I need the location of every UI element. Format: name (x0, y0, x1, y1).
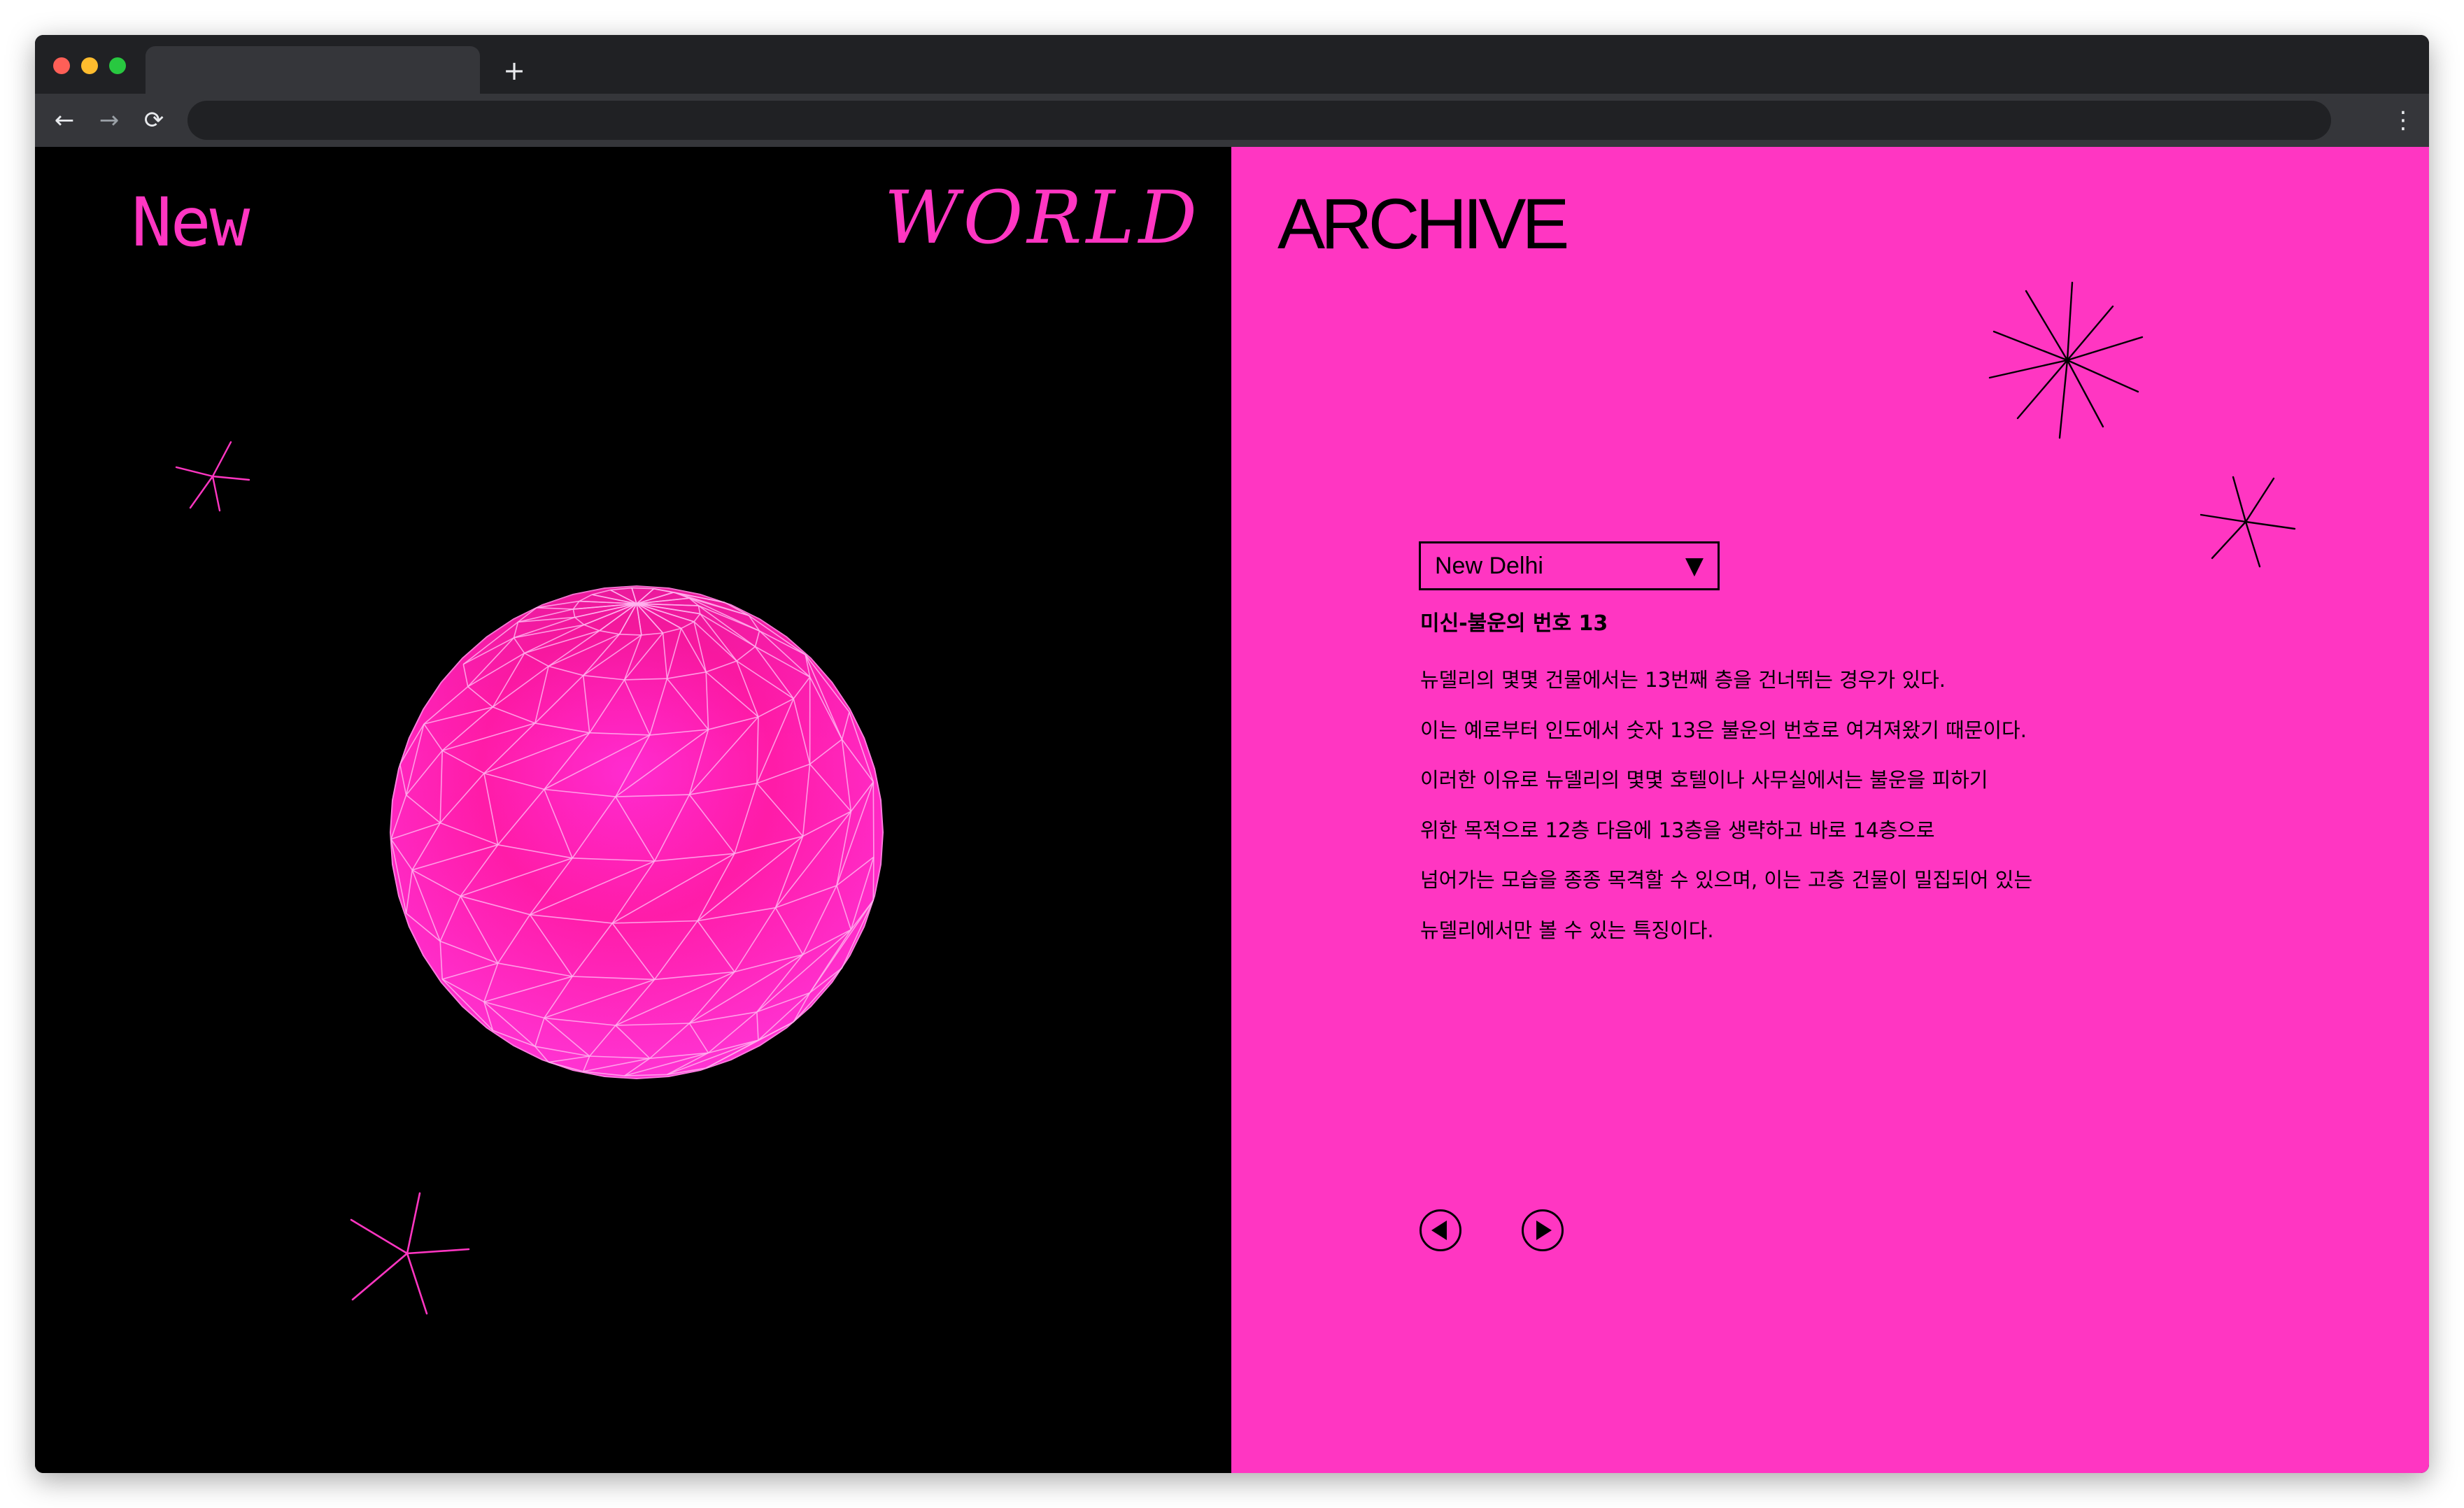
globe-mesh-edge (619, 634, 642, 636)
address-bar[interactable] (187, 101, 2331, 140)
minimize-window-icon[interactable] (81, 57, 98, 74)
previous-button[interactable] (1419, 1209, 1462, 1252)
brand-word-world: WORLD (884, 175, 1201, 260)
play-left-icon (1431, 1221, 1447, 1240)
browser-window: + ← → ⟳ ⋮ New WORLD ARCHIVE New Delhi ▼ … (35, 35, 2429, 1473)
article-line: 이러한 이유로 뉴델리의 몇몇 호텔이나 사무실에서는 불운을 피하기 (1420, 768, 1988, 792)
city-select-dropdown[interactable]: New Delhi ▼ (1419, 541, 1720, 590)
back-arrow-icon[interactable]: ← (48, 104, 81, 137)
article-line: 이는 예로부터 인도에서 숫자 13은 불운의 번호로 여겨져왔기 때문이다. (1420, 718, 2027, 742)
brand-word-archive: ARCHIVE (1277, 184, 1569, 264)
forward-arrow-icon[interactable]: → (92, 104, 126, 137)
play-right-icon (1536, 1221, 1552, 1240)
sparkle-icon (1988, 281, 2144, 439)
left-panel: New WORLD (35, 147, 1231, 1473)
article-line: 뉴델리에서만 볼 수 있는 특징이다. (1420, 918, 1714, 942)
reload-icon[interactable]: ⟳ (137, 104, 171, 137)
next-button[interactable] (1521, 1209, 1564, 1252)
browser-toolbar: ← → ⟳ ⋮ (35, 94, 2429, 147)
browser-titlebar: + (35, 35, 2429, 94)
new-tab-button[interactable]: + (497, 53, 532, 88)
article-line: 넘어가는 모습을 종종 목격할 수 있으며, 이는 고층 건물이 밀집되어 있는 (1420, 868, 2033, 892)
article-title: 미신-불운의 번호 13 (1420, 611, 1608, 636)
maximize-window-icon[interactable] (109, 57, 126, 74)
wireframe-globe-graphic (389, 585, 884, 1080)
browser-tab[interactable] (146, 46, 480, 94)
brand-word-new: New (132, 183, 250, 262)
article-line: 뉴델리의 몇몇 건물에서는 13번째 층을 건너뛰는 경우가 있다. (1420, 668, 1946, 692)
close-window-icon[interactable] (53, 57, 70, 74)
article-body: 뉴델리의 몇몇 건물에서는 13번째 층을 건너뛰는 경우가 있다. 이는 예로… (1420, 666, 2120, 967)
sparkle-icon (2200, 476, 2296, 568)
sparkle-icon (350, 1192, 470, 1315)
chevron-down-icon: ▼ (1685, 552, 1704, 580)
right-panel: ARCHIVE New Delhi ▼ 미신-불운의 번호 13 뉴델리의 몇몇… (1231, 147, 2429, 1473)
globe-mesh-edge (872, 781, 875, 858)
city-select-value: New Delhi (1435, 553, 1543, 579)
globe-mesh-edge (632, 587, 654, 590)
page-content: New WORLD ARCHIVE New Delhi ▼ 미신-불운의 번호 … (35, 147, 2429, 1473)
globe-mesh-edge (872, 857, 875, 901)
sparkle-icon (175, 441, 250, 512)
article-line: 위한 목적으로 12층 다음에 13층을 생략하고 바로 14층으로 (1420, 818, 1935, 842)
browser-menu-icon[interactable]: ⋮ (2391, 104, 2415, 137)
